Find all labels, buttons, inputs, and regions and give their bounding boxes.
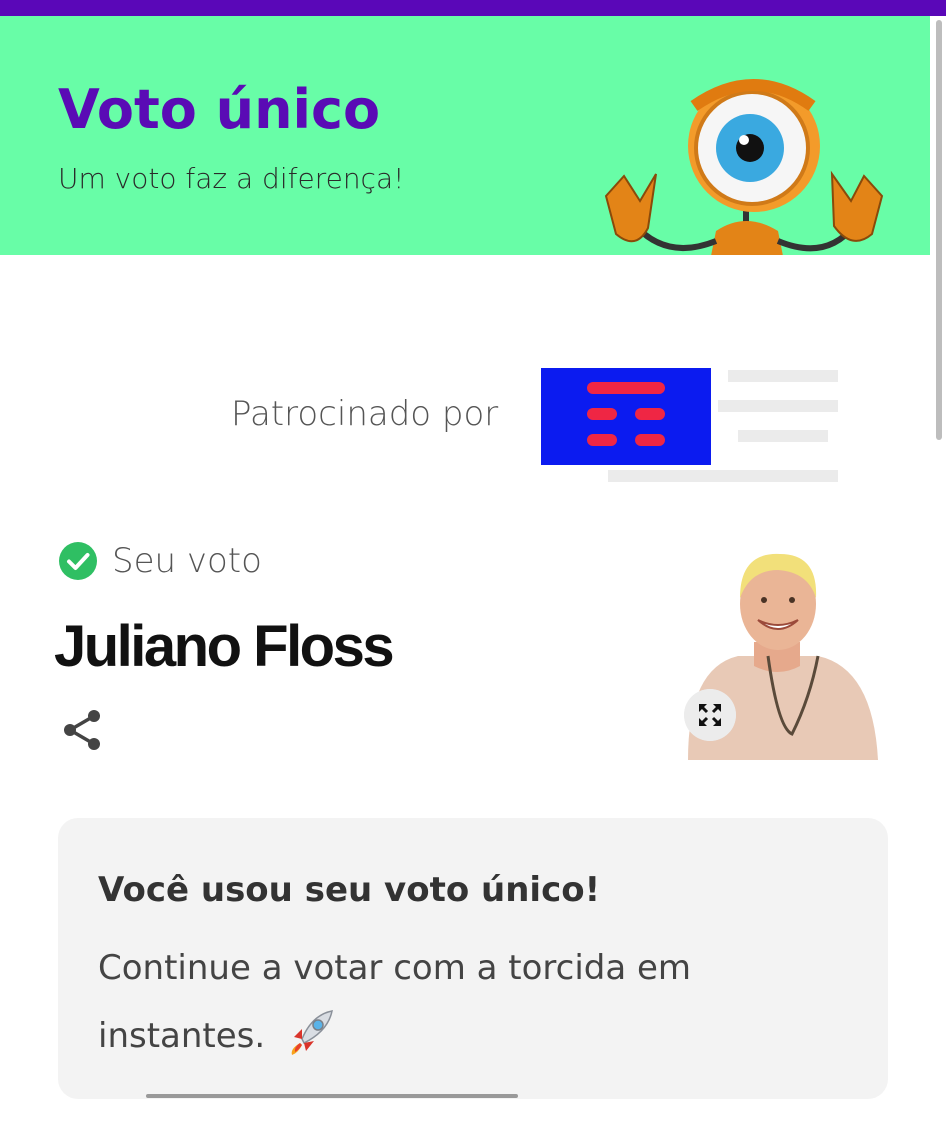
sponsor-label: Patrocinado por [231,394,499,434]
expand-icon[interactable] [684,689,736,741]
rocket-icon [291,1010,333,1055]
top-accent-bar [0,0,946,16]
info-title: Você usou seu voto único! [98,870,601,910]
vote-status: Seu voto [58,540,262,582]
info-card: Você usou seu voto único! Continue a vot… [58,818,888,1099]
check-circle-icon [59,542,97,580]
eye-mascot-icon [604,79,884,255]
page-title: Voto único [58,78,381,141]
page-subtitle: Um voto faz a diferença! [58,162,405,195]
info-message: Continue a votar com a torcida em instan… [98,948,692,1056]
card-scroll-indicator [146,1094,518,1098]
page-scrollbar[interactable] [936,20,942,440]
page-header: Voto único Um voto faz a diferença! [0,16,930,255]
vote-status-label: Seu voto [112,541,262,581]
share-icon[interactable] [60,707,106,753]
candidate-name: Juliano Floss [54,614,395,679]
info-message-block: Continue a votar com a torcida em instan… [98,934,798,1070]
sponsor-logo[interactable] [541,368,711,465]
